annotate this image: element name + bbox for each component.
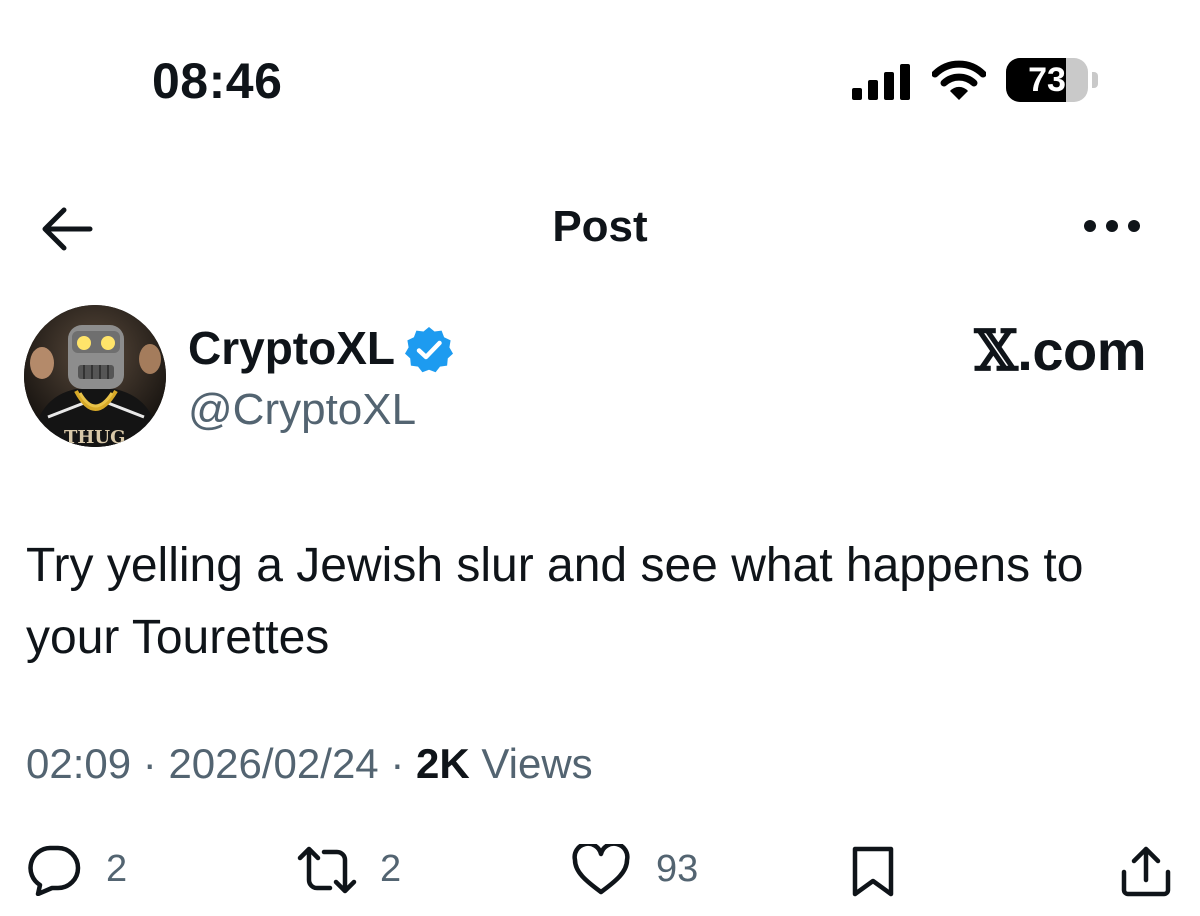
like-button[interactable]: 93 bbox=[572, 838, 702, 902]
author-display-name[interactable]: CryptoXL bbox=[188, 321, 395, 375]
more-options-icon[interactable] bbox=[1082, 216, 1142, 236]
action-bar: 2 2 93 bbox=[0, 838, 1200, 902]
avatar-text: THUG bbox=[64, 427, 125, 447]
cellular-signal-icon bbox=[852, 64, 910, 100]
battery-icon: 73 bbox=[1006, 58, 1098, 102]
like-icon bbox=[572, 844, 630, 895]
x-com-watermark: 𝕏.com bbox=[974, 318, 1146, 384]
reply-button[interactable]: 2 bbox=[26, 838, 136, 902]
bookmark-icon bbox=[852, 846, 894, 897]
author-handle[interactable]: @CryptoXL bbox=[188, 385, 416, 435]
watermark-domain: .com bbox=[1017, 319, 1146, 382]
reply-icon bbox=[28, 845, 81, 896]
avatar[interactable]: THUG bbox=[24, 305, 166, 447]
meta-separator: · bbox=[390, 740, 405, 787]
meta-separator: · bbox=[142, 740, 157, 787]
bookmark-button[interactable] bbox=[848, 838, 900, 902]
status-time: 08:46 bbox=[152, 53, 283, 109]
repost-icon bbox=[297, 846, 357, 894]
views-label: Views bbox=[481, 740, 593, 787]
battery-level: 73 bbox=[1028, 61, 1066, 99]
page-title: Post bbox=[552, 202, 648, 251]
repost-button[interactable]: 2 bbox=[296, 838, 406, 902]
share-button[interactable] bbox=[1118, 838, 1176, 902]
reply-count: 2 bbox=[106, 848, 128, 890]
post-metadata: 02:09 · 2026/02/24 · 2K Views bbox=[26, 740, 593, 788]
post-time[interactable]: 02:09 bbox=[26, 740, 131, 787]
post-date[interactable]: 2026/02/24 bbox=[168, 740, 378, 787]
share-icon bbox=[1121, 846, 1171, 897]
like-count: 93 bbox=[656, 848, 699, 890]
x-logo-icon: 𝕏 bbox=[974, 318, 1018, 384]
views-count: 2K bbox=[416, 740, 470, 787]
wifi-icon bbox=[932, 60, 986, 100]
repost-count: 2 bbox=[380, 848, 402, 890]
top-nav: Post bbox=[0, 180, 1200, 280]
post-text: Try yelling a Jewish slur and see what h… bbox=[26, 539, 1084, 664]
status-bar: 08:46 73 bbox=[0, 0, 1200, 120]
verified-badge-icon[interactable] bbox=[404, 325, 454, 375]
post-screen: 08:46 73 Post THUG CryptoXL @CryptoXL 𝕏.… bbox=[0, 0, 1200, 916]
avatar-image: THUG bbox=[24, 305, 166, 447]
